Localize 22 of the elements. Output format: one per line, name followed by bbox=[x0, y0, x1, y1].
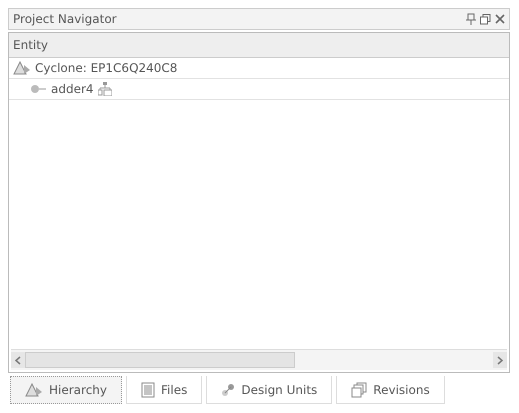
horizontal-scrollbar[interactable] bbox=[11, 349, 507, 370]
tree-item[interactable]: Cyclone: EP1C6Q240C8 bbox=[9, 58, 509, 79]
close-icon[interactable] bbox=[495, 14, 505, 24]
warning-icon bbox=[25, 383, 43, 397]
scroll-left-icon[interactable] bbox=[11, 352, 25, 368]
link-icon bbox=[221, 382, 236, 396]
stacked-pages-icon bbox=[351, 382, 368, 398]
tree-item[interactable]: adder4 bbox=[9, 79, 509, 100]
tab[interactable]: Files bbox=[126, 376, 202, 404]
bullet-icon bbox=[29, 84, 47, 94]
tab[interactable]: Design Units bbox=[206, 376, 332, 404]
tab[interactable]: Hierarchy bbox=[10, 376, 122, 404]
warning-icon bbox=[13, 61, 31, 75]
panel-title: Project Navigator bbox=[13, 12, 117, 26]
scroll-thumb[interactable] bbox=[25, 352, 295, 368]
restore-icon[interactable] bbox=[480, 14, 491, 24]
column-header[interactable]: Entity bbox=[9, 33, 509, 58]
tab[interactable]: Revisions bbox=[336, 376, 445, 404]
scroll-right-icon[interactable] bbox=[493, 352, 507, 368]
pin-icon[interactable] bbox=[466, 13, 476, 25]
document-icon bbox=[141, 382, 156, 398]
hierarchy-icon bbox=[98, 82, 112, 96]
